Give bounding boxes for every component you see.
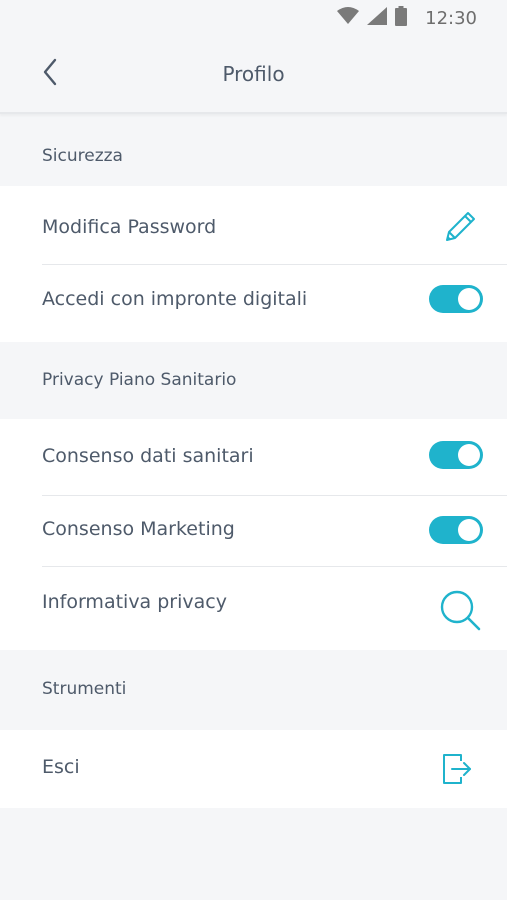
logout-label: Esci [42,756,80,778]
page-title: Profilo [222,62,285,86]
change-password-row[interactable]: Modifica Password [0,186,507,264]
signal-icon [367,7,388,29]
health-data-consent-row[interactable]: Consenso dati sanitari [0,419,507,495]
privacy-group: Consenso dati sanitari Consenso Marketin… [0,419,507,650]
section-label-security: Sicurezza [42,146,123,166]
pencil-icon[interactable] [441,208,479,246]
chevron-left-icon [41,57,59,91]
marketing-consent-toggle[interactable] [429,516,483,544]
status-bar: 12:30 [0,0,507,34]
section-label-tools: Strumenti [42,679,127,699]
marketing-consent-row[interactable]: Consenso Marketing [0,496,507,566]
privacy-policy-row[interactable]: Informativa privacy [0,567,507,650]
tools-group: Esci [0,730,507,808]
privacy-policy-label: Informativa privacy [42,591,227,613]
marketing-consent-label: Consenso Marketing [42,518,235,540]
fingerprint-login-label: Accedi con impronte digitali [42,288,308,310]
security-group: Modifica Password Accedi con impronte di… [0,186,507,342]
status-time: 12:30 [425,7,477,29]
logout-icon[interactable] [441,752,473,786]
toggle-knob [458,519,480,541]
change-password-label: Modifica Password [42,216,217,238]
toggle-knob [458,444,480,466]
section-label-privacy: Privacy Piano Sanitario [42,370,237,390]
back-button[interactable] [30,54,70,94]
status-icons: 12:30 [337,6,477,30]
battery-icon [395,6,408,30]
logout-row[interactable]: Esci [0,730,507,808]
search-icon[interactable] [437,587,483,633]
app-header: Profilo [0,34,507,114]
health-data-consent-label: Consenso dati sanitari [42,445,254,467]
toggle-knob [458,288,480,310]
fingerprint-login-row[interactable]: Accedi con impronte digitali [0,265,507,342]
wifi-icon [337,7,360,29]
health-data-consent-toggle[interactable] [429,441,483,469]
fingerprint-login-toggle[interactable] [429,285,483,313]
